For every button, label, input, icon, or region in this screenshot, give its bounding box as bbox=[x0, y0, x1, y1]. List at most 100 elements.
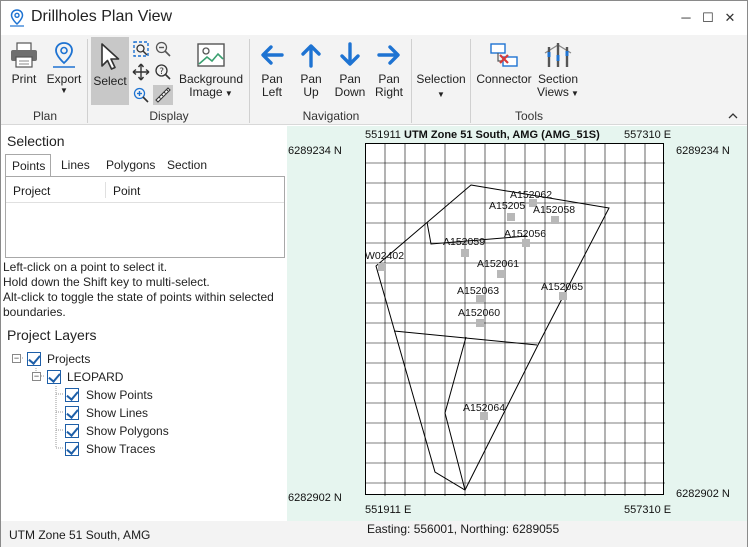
background-image-button[interactable]: Background Image ▼ bbox=[177, 41, 245, 100]
window-title: Drillholes Plan View bbox=[31, 8, 173, 25]
column-project[interactable]: Project bbox=[13, 184, 50, 198]
drillhole-marker[interactable] bbox=[476, 319, 484, 327]
help-line: Left-click on a point to select it. bbox=[3, 260, 168, 274]
drillhole-marker[interactable] bbox=[378, 263, 386, 271]
pan-right-label-1: Pan bbox=[378, 72, 400, 86]
connector-button[interactable]: Connector bbox=[474, 41, 534, 86]
minimize-button[interactable]: ─ bbox=[675, 8, 697, 28]
drillhole-marker[interactable] bbox=[461, 249, 469, 257]
tab-points[interactable]: Points bbox=[5, 154, 51, 176]
background-image-label-1: Background bbox=[178, 72, 244, 86]
export-button[interactable]: Export ▼ bbox=[45, 41, 83, 95]
selection-grid[interactable]: Project Point bbox=[5, 176, 285, 258]
pan-left-label-1: Pan bbox=[261, 72, 283, 86]
status-cursor-coordinates: Easting: 556001, Northing: 6289055 bbox=[367, 522, 560, 536]
ribbon: Print Export ▼ Select ? Background Image… bbox=[1, 35, 747, 125]
collapse-icon[interactable]: − bbox=[32, 372, 41, 381]
checkbox-leopard[interactable] bbox=[47, 370, 61, 384]
print-label: Print bbox=[11, 72, 37, 86]
pan-move-icon[interactable] bbox=[132, 63, 150, 81]
checkbox-show-traces[interactable] bbox=[65, 442, 79, 456]
chevron-down-icon: ▼ bbox=[60, 86, 68, 95]
pan-right-button[interactable]: Pan Right bbox=[371, 41, 407, 99]
selection-dropdown[interactable]: Selection ▼ bbox=[414, 73, 468, 99]
top-right-northing: 6289234 N bbox=[676, 145, 730, 157]
tree-item-show-lines[interactable]: Show Lines bbox=[65, 404, 215, 422]
drillhole-label: A152065 bbox=[541, 281, 583, 293]
help-line: Alt-click to toggle the state of points … bbox=[3, 290, 274, 304]
maximize-button[interactable]: ☐ bbox=[697, 8, 719, 28]
grid-header: Project Point bbox=[6, 177, 284, 203]
plan-view-map[interactable]: 551911 UTM Zone 51 South, AMG (AMG_51S) … bbox=[287, 126, 747, 521]
drillhole-marker[interactable] bbox=[507, 213, 515, 221]
help-line: boundaries. bbox=[3, 305, 66, 319]
zoom-out-icon[interactable] bbox=[154, 40, 172, 58]
connector-icon bbox=[490, 43, 518, 67]
tab-polygons[interactable]: Polygons bbox=[100, 154, 161, 176]
tree-label-show-lines: Show Lines bbox=[86, 406, 149, 420]
section-views-button[interactable]: Section Views ▼ bbox=[536, 41, 580, 100]
ribbon-separator bbox=[470, 39, 471, 123]
section-views-icon bbox=[544, 43, 572, 67]
left-panel: Selection Points Lines Polygons Section … bbox=[1, 126, 286, 521]
arrow-left-icon bbox=[261, 45, 284, 65]
title-bar: Drillholes Plan View ─ ☐ ✕ bbox=[1, 1, 747, 35]
drillhole-marker[interactable] bbox=[497, 270, 505, 278]
measure-ruler-icon[interactable] bbox=[153, 85, 173, 105]
help-line: Hold down the Shift key to multi-select. bbox=[3, 275, 210, 289]
tree-item-show-points[interactable]: Show Points bbox=[65, 386, 215, 404]
pan-up-button[interactable]: Pan Up bbox=[294, 41, 328, 99]
drillhole-marker[interactable] bbox=[551, 216, 559, 224]
drillhole-marker[interactable] bbox=[559, 292, 567, 300]
zoom-extent-icon[interactable] bbox=[132, 40, 150, 58]
drillhole-label: A152064 bbox=[463, 402, 505, 414]
pan-down-label-2: Down bbox=[334, 85, 366, 99]
tab-lines[interactable]: Lines bbox=[55, 154, 96, 176]
top-left-easting: 551911 bbox=[365, 129, 401, 141]
identify-icon[interactable]: ? bbox=[154, 63, 172, 81]
connector-label: Connector bbox=[476, 72, 532, 86]
zoom-in-icon[interactable] bbox=[132, 86, 150, 104]
checkbox-projects[interactable] bbox=[27, 352, 41, 366]
tree-item-projects[interactable]: − Projects bbox=[11, 350, 161, 368]
tree-label-leopard: LEOPARD bbox=[67, 370, 124, 384]
checkbox-show-polygons[interactable] bbox=[65, 424, 79, 438]
column-point[interactable]: Point bbox=[113, 184, 140, 198]
drillhole-marker[interactable] bbox=[522, 239, 530, 247]
section-views-label-2: Views bbox=[537, 85, 569, 99]
selection-panel-title: Selection bbox=[7, 133, 65, 149]
checkbox-show-lines[interactable] bbox=[65, 406, 79, 420]
pan-left-button[interactable]: Pan Left bbox=[255, 41, 289, 99]
print-button[interactable]: Print bbox=[7, 41, 41, 86]
selection-help-text: Left-click on a point to select it. Hold… bbox=[3, 260, 286, 320]
collapse-icon[interactable]: − bbox=[12, 354, 21, 363]
printer-icon bbox=[11, 42, 37, 68]
bottom-left-easting: 551911 E bbox=[365, 504, 412, 516]
map-canvas[interactable]: A152062A152058A15205A152056A152059W02402… bbox=[365, 143, 665, 496]
ribbon-separator bbox=[249, 39, 250, 123]
arrow-down-icon bbox=[340, 42, 360, 66]
chevron-down-icon: ▼ bbox=[222, 89, 233, 98]
tree-item-show-traces[interactable]: Show Traces bbox=[65, 440, 215, 458]
tab-section[interactable]: Section bbox=[161, 154, 213, 176]
pan-down-label-1: Pan bbox=[339, 72, 361, 86]
close-button[interactable]: ✕ bbox=[719, 8, 741, 28]
tree-label-show-points: Show Points bbox=[86, 388, 153, 402]
tree-item-leopard[interactable]: − LEOPARD bbox=[31, 368, 181, 386]
selection-label: Selection bbox=[416, 72, 466, 86]
background-image-label-2: Image bbox=[189, 85, 223, 99]
drillhole-label: A15205 bbox=[489, 200, 525, 212]
tree-label-show-polygons: Show Polygons bbox=[86, 424, 169, 438]
main-window: Drillholes Plan View ─ ☐ ✕ Print Export bbox=[0, 0, 748, 547]
collapse-ribbon-icon[interactable] bbox=[728, 112, 738, 120]
pan-down-button[interactable]: Pan Down bbox=[332, 41, 368, 99]
checkbox-show-points[interactable] bbox=[65, 388, 79, 402]
group-label-display: Display bbox=[149, 109, 189, 123]
drillhole-label: A152059 bbox=[443, 236, 485, 248]
export-pin-icon bbox=[53, 42, 75, 68]
select-button[interactable]: Select bbox=[91, 37, 129, 105]
ribbon-separator bbox=[87, 39, 88, 123]
bottom-right-northing: 6282902 N bbox=[676, 488, 730, 500]
tree-item-show-polygons[interactable]: Show Polygons bbox=[65, 422, 215, 440]
drillhole-label: A152056 bbox=[504, 228, 546, 240]
